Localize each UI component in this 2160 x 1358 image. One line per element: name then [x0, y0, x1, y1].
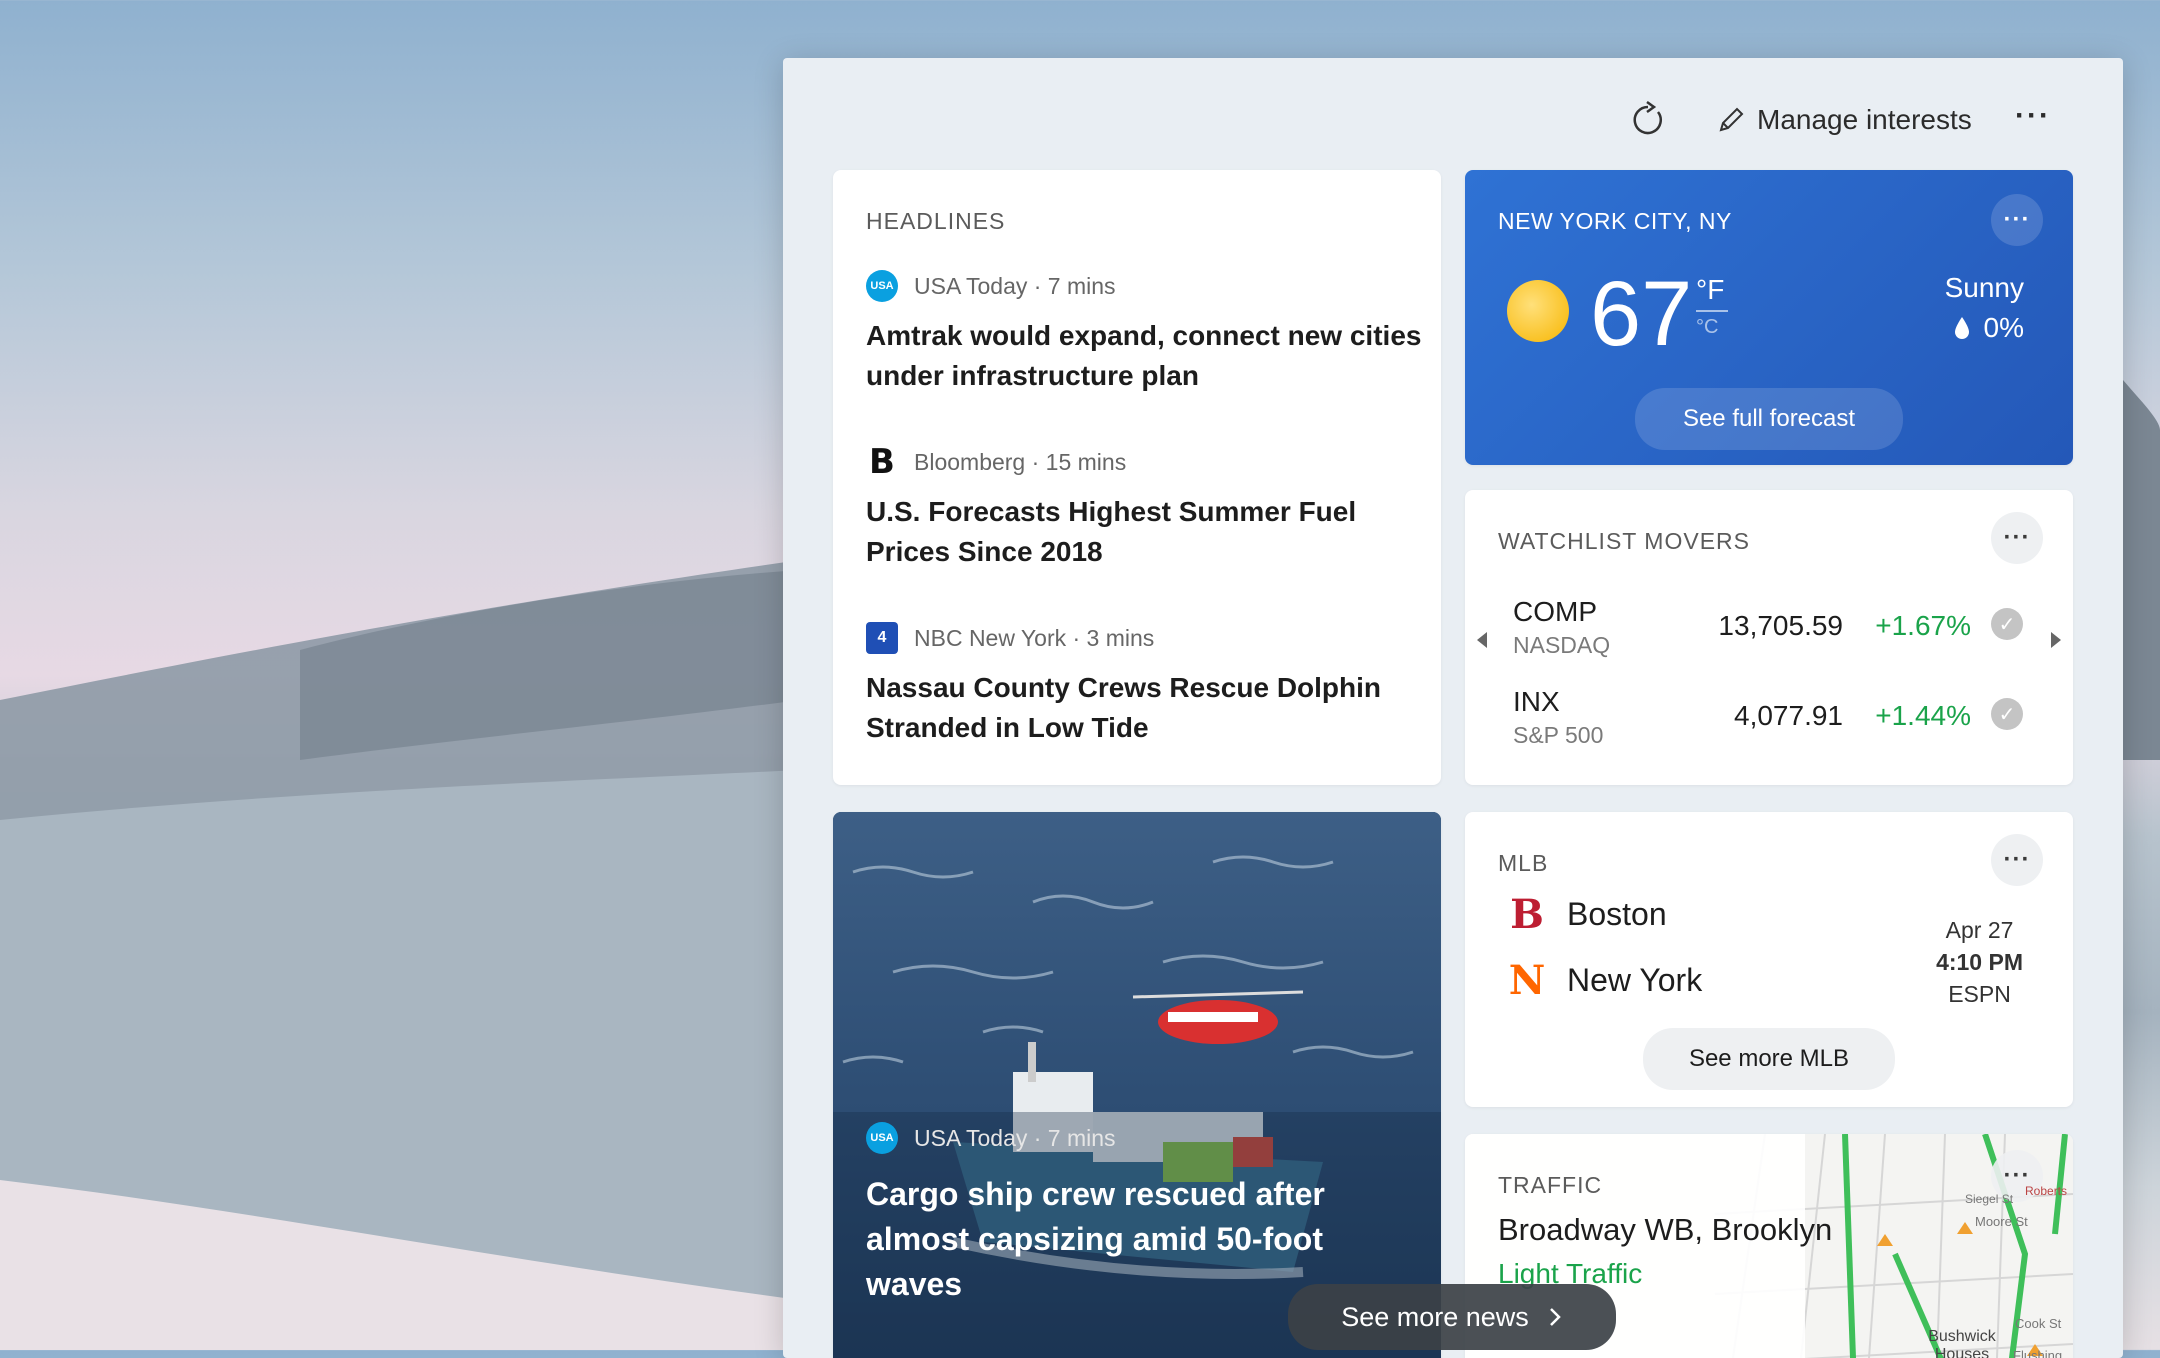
game-info: Apr 27 4:10 PM ESPN	[1936, 914, 2023, 1010]
usa-today-logo: USA	[866, 1122, 898, 1154]
temperature: 67	[1590, 263, 1693, 365]
mlb-more-button[interactable]: ···	[1991, 834, 2043, 886]
unit-fahrenheit[interactable]: °F	[1696, 274, 1724, 306]
team-row-new-york[interactable]: N New York	[1505, 956, 1703, 1004]
forecast-label: See full forecast	[1682, 405, 1856, 432]
photo-story-card[interactable]: USA USA Today · 7 mins Cargo ship crew r…	[833, 812, 1441, 1358]
usa-today-logo: USA	[866, 270, 898, 302]
watchlist-title: WATCHLIST MOVERS	[1498, 528, 1750, 554]
see-more-news-button[interactable]: See more news	[1288, 1284, 1616, 1350]
unit-celsius[interactable]: °C	[1696, 316, 1718, 339]
map-label-cook: Cook St	[2015, 1316, 2062, 1331]
team-row-boston[interactable]: B Boston	[1505, 890, 1667, 938]
mets-logo: N	[1508, 956, 1546, 1004]
stock-symbol: COMP	[1513, 596, 1597, 627]
headline-source: Bloomberg · 15 mins	[914, 448, 1127, 475]
headline-item-2[interactable]: B Bloomberg · 15 mins U.S. Forecasts Hig…	[866, 442, 1426, 572]
unit-divider	[1696, 310, 1728, 312]
weather-condition: Sunny	[1944, 272, 2024, 303]
bloomberg-logo: B	[869, 442, 895, 482]
mlb-title: MLB	[1498, 850, 1549, 876]
game-time: 4:10 PM	[1936, 949, 2023, 975]
pencil-icon	[1719, 107, 1744, 132]
see-more-mlb-label: See more MLB	[1688, 1045, 1850, 1072]
check-icon[interactable]: ✓	[1991, 698, 2023, 730]
headline-item-3[interactable]: 4 NBC New York · 3 mins Nassau County Cr…	[866, 622, 1426, 748]
team-name: New York	[1567, 961, 1703, 998]
stock-change: +1.44%	[1875, 700, 1971, 731]
headline-source: USA Today · 7 mins	[914, 272, 1116, 299]
team-name: Boston	[1567, 895, 1667, 932]
more-options-icon: ···	[2015, 99, 2051, 132]
sun-icon	[1507, 280, 1569, 342]
photo-story-text: USA USA Today · 7 mins Cargo ship crew r…	[866, 1122, 1426, 1307]
mlb-card: MLB ··· B Boston N New York Apr 27 4:10 …	[1465, 812, 2073, 1107]
stock-exchange: S&P 500	[1513, 722, 1604, 748]
game-network: ESPN	[1948, 981, 2011, 1007]
stock-change: +1.67%	[1875, 610, 1971, 641]
raindrop-icon	[1954, 317, 1969, 339]
nbc-new-york-logo: 4	[866, 622, 898, 654]
see-more-mlb-button[interactable]: See more MLB	[1643, 1028, 1895, 1090]
precipitation: 0%	[1952, 312, 2024, 344]
map-label-roberts: Roberts	[2025, 1184, 2068, 1198]
chevron-right-icon	[1549, 1308, 1561, 1326]
photo-story-source: USA Today · 7 mins	[914, 1124, 1116, 1151]
widgets-toolbar: Manage interests ···	[783, 58, 2123, 178]
manage-interests-label: Manage interests	[1757, 104, 1972, 135]
stock-value: 13,705.59	[1718, 610, 1843, 641]
map-label-moore: Moore St	[1975, 1214, 2028, 1229]
see-full-forecast-button[interactable]: See full forecast	[1635, 388, 1903, 450]
see-more-news-label: See more news	[1341, 1301, 1529, 1332]
traffic-title: TRAFFIC	[1498, 1172, 1603, 1198]
headlines-title: HEADLINES	[866, 208, 1006, 234]
weather-location: NEW YORK CITY, NY	[1498, 208, 1732, 234]
headline-source: NBC New York · 3 mins	[914, 624, 1155, 651]
widgets-panel: Manage interests ··· HEADLINES USA USA T…	[783, 58, 2123, 1358]
check-icon[interactable]: ✓	[1991, 608, 2023, 640]
headline-text: Nassau County Crews Rescue Dolphin Stran…	[866, 672, 1382, 743]
weather-card[interactable]: NEW YORK CITY, NY ··· 67 °F °C Sunny 0% …	[1465, 170, 2073, 465]
stock-symbol: INX	[1513, 686, 1560, 717]
stock-value: 4,077.91	[1734, 700, 1843, 731]
map-label-bushwick: Bushwick Houses	[1928, 1328, 1996, 1358]
manage-interests-button[interactable]: Manage interests	[1715, 100, 1972, 140]
map-label-siegel: Siegel St	[1965, 1192, 2014, 1206]
watchlist-card: WATCHLIST MOVERS ··· COMP NASDAQ 13,705.…	[1465, 490, 2073, 785]
stock-row[interactable]: COMP NASDAQ 13,705.59 +1.67% ✓	[1465, 596, 2073, 676]
red-sox-logo: B	[1510, 890, 1544, 938]
watchlist-more-button[interactable]: ···	[1991, 512, 2043, 564]
traffic-location: Broadway WB, Brooklyn	[1498, 1212, 1833, 1247]
headlines-card: HEADLINES USA USA Today · 7 mins Amtrak …	[833, 170, 1441, 785]
weather-more-button[interactable]: ···	[1991, 194, 2043, 246]
headline-text: U.S. Forecasts Highest Summer Fuel Price…	[866, 496, 1357, 567]
refresh-icon	[1633, 100, 1662, 135]
game-date: Apr 27	[1945, 917, 2014, 943]
stock-row[interactable]: INX S&P 500 4,077.91 +1.44% ✓	[1465, 686, 2073, 766]
refresh-button[interactable]	[1628, 98, 1672, 142]
headline-text: Amtrak would expand, connect new cities …	[866, 320, 1422, 391]
more-options-button[interactable]: ···	[2015, 96, 2051, 136]
headline-item-1[interactable]: USA USA Today · 7 mins Amtrak would expa…	[866, 270, 1426, 396]
stock-exchange: NASDAQ	[1513, 632, 1611, 658]
precip-value: 0%	[1983, 312, 2024, 343]
